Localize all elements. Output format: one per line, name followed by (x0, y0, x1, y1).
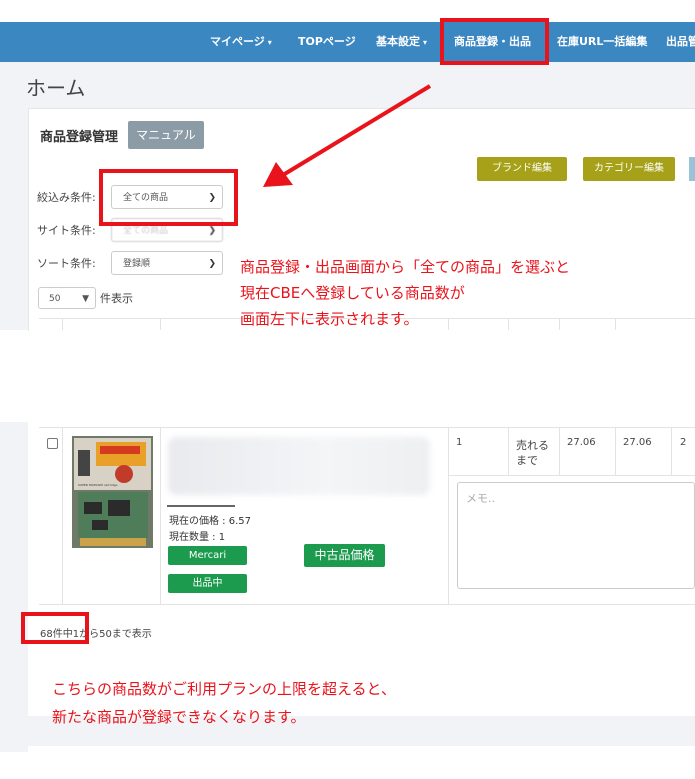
row-value1: 27.06 (567, 437, 596, 448)
chip-1 (84, 502, 102, 514)
image-label-text: SUPER FAMICOM cartridge (78, 483, 118, 487)
row-inner-border (448, 475, 695, 476)
row-divider (508, 427, 509, 475)
row-divider (615, 427, 616, 475)
row-checkbox[interactable] (47, 438, 58, 449)
product-title-underline (167, 505, 235, 507)
row-status-line2: まで (516, 454, 538, 467)
row-count: 1 (456, 437, 463, 448)
cartridge-character (115, 465, 133, 483)
annotation-bottom-line1: こちらの商品数がご利用プランの上限を超えると、 (52, 680, 396, 698)
annotation-bottom-line2: 新たな商品が登録できなくなります。 (52, 708, 306, 726)
current-quantity: 現在数量 : 1 (169, 532, 226, 543)
product-image: SUPER FAMICOM cartridge (72, 436, 153, 548)
row-status-line1: 売れる (516, 439, 549, 452)
row-divider (62, 427, 63, 604)
row-value2: 27.06 (623, 437, 652, 448)
chip-2 (108, 500, 130, 516)
arrow-head (263, 162, 293, 187)
row-divider (160, 427, 161, 604)
product-title-blurred (168, 437, 430, 495)
row-value3: 2 (680, 437, 687, 448)
cartridge-title-logo (100, 446, 140, 454)
listing-status-button[interactable]: 出品中 (168, 574, 247, 593)
memo-placeholder: メモ.. (466, 492, 495, 505)
row-divider (671, 427, 672, 475)
current-price: 現在の価格 : 6.57 (169, 516, 251, 527)
page-background-left (0, 422, 28, 752)
chip-3 (92, 520, 108, 530)
highlight-count-box (21, 612, 89, 644)
annotation-top-line1: 商品登録・出品画面から「全ての商品」を選ぶと (240, 258, 571, 276)
row-divider (448, 427, 449, 604)
used-price-button[interactable]: 中古品価格 (304, 544, 385, 567)
annotation-top-line3: 画面左下に表示されます。 (240, 310, 419, 328)
arrow-line (281, 84, 432, 177)
annotation-top-line2: 現在CBEへ登録している商品数が (240, 284, 465, 302)
edge-connector (80, 538, 146, 546)
mercari-button[interactable]: Mercari (168, 546, 247, 565)
row-bottom-border (39, 604, 695, 605)
row-divider (559, 427, 560, 475)
row-top-border (39, 427, 695, 428)
cartridge-side-logo (78, 450, 90, 476)
